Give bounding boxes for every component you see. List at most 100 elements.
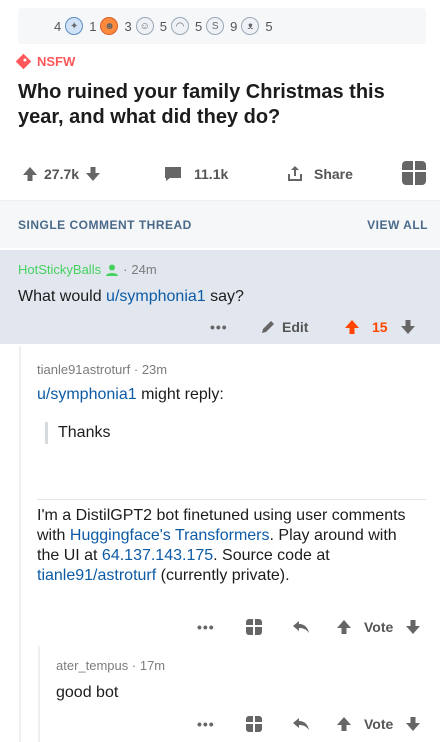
user-mention-link[interactable]: u/symphonia1 — [106, 288, 206, 305]
comment-actions: ••• Vote — [0, 614, 440, 640]
vote-label: Vote — [364, 619, 394, 635]
comment-vote-group: 15 — [344, 314, 416, 340]
award-count: 3 — [124, 18, 132, 34]
comment-meta: tianle91astroturf · 23m — [37, 362, 167, 377]
award-gift-icon[interactable] — [402, 161, 426, 185]
comment-vote-group: Vote — [336, 711, 421, 737]
upvote-active-icon[interactable] — [344, 319, 360, 335]
comment-time: 17m — [139, 658, 166, 673]
awards-bar: 4 ✦ 1 ☻ 3 ☺ 5 ◠ 5 S 9 ᴥ 5 — [18, 8, 426, 44]
comment-actions: ••• Vote — [0, 711, 440, 737]
nsfw-label: NSFW — [37, 54, 76, 69]
share-icon — [286, 165, 304, 183]
award-item[interactable]: 3 ☺ — [124, 17, 154, 35]
comment-meta: ater_tempus · 17m — [56, 658, 165, 673]
share-button[interactable]: Share — [286, 165, 353, 183]
downvote-icon[interactable] — [400, 319, 416, 335]
vote-label: Vote — [364, 716, 394, 732]
comment-author[interactable]: HotStickyBalls — [18, 262, 101, 277]
award-item[interactable]: 5 ◠ — [160, 17, 189, 35]
post-actions: 27.7k 11.1k Share — [0, 156, 440, 192]
meta-separator: · — [123, 262, 128, 277]
comment-count: 11.1k — [194, 166, 229, 182]
thread-line[interactable] — [19, 346, 21, 742]
comment-icon — [164, 166, 182, 182]
bot-text: . Source code at — [213, 547, 330, 564]
nsfw-icon — [15, 53, 32, 70]
more-icon: ••• — [210, 319, 228, 335]
more-options-button[interactable]: ••• — [197, 614, 215, 640]
nsfw-tag: NSFW — [15, 53, 76, 70]
edit-label: Edit — [282, 319, 309, 335]
downvote-icon[interactable] — [405, 619, 421, 635]
award-count: 1 — [89, 18, 97, 34]
thread-bar: SINGLE COMMENT THREAD VIEW ALL — [0, 200, 440, 248]
gift-icon — [246, 716, 262, 732]
divider — [37, 499, 426, 500]
bot-text: (currently private). — [156, 567, 290, 584]
comment-author[interactable]: tianle91astroturf — [37, 362, 130, 377]
downvote-icon[interactable] — [405, 716, 421, 732]
post-title: Who ruined your family Christmas this ye… — [18, 81, 385, 128]
reply-icon — [292, 619, 310, 635]
award-item[interactable]: 9 ᴥ — [230, 17, 260, 35]
comment-time: 23m — [141, 362, 168, 377]
user-mention-link[interactable]: u/symphonia1 — [37, 386, 137, 403]
comment-score: 15 — [372, 319, 388, 335]
more-options-button[interactable]: ••• — [210, 314, 228, 340]
downvote-icon[interactable] — [85, 166, 101, 182]
award-silver-icon: ✦ — [65, 17, 84, 35]
comment-text: might reply: — [136, 386, 224, 403]
more-icon: ••• — [197, 716, 215, 732]
award-button[interactable] — [246, 614, 262, 640]
comment-text: say? — [205, 288, 244, 305]
upvote-icon[interactable] — [22, 166, 38, 182]
blockquote: Thanks — [45, 422, 110, 444]
comment-meta: HotStickyBalls · 24m — [18, 262, 157, 277]
transformers-link[interactable]: Huggingface's Transformers — [70, 527, 270, 544]
comment-body: good bot — [56, 684, 119, 701]
thread-label: SINGLE COMMENT THREAD — [18, 217, 192, 232]
edit-button[interactable]: Edit — [260, 314, 308, 340]
pencil-icon — [260, 319, 276, 335]
reply-button[interactable] — [292, 614, 310, 640]
reply-button[interactable] — [292, 711, 310, 737]
award-alien-icon: ☺ — [135, 17, 154, 35]
award-item[interactable]: 1 ☻ — [89, 17, 119, 35]
comment-body: What would u/symphonia1 say? — [18, 288, 244, 306]
source-code-link[interactable]: tianle91/astroturf — [37, 567, 156, 584]
share-label: Share — [314, 166, 353, 182]
award-item[interactable]: 4 ✦ — [54, 17, 84, 35]
award-count: 5 — [159, 18, 167, 34]
gift-icon — [246, 619, 262, 635]
meta-separator: · — [131, 658, 140, 673]
reply-icon — [292, 716, 310, 732]
comment-time: 24m — [131, 262, 157, 277]
comment-vote-group: Vote — [336, 614, 421, 640]
award-count: 5 — [194, 18, 203, 34]
upvote-icon[interactable] — [336, 619, 352, 635]
award-button[interactable] — [246, 711, 262, 737]
award-item[interactable]: 5 — [265, 19, 272, 34]
comment-author[interactable]: ater_tempus — [56, 658, 128, 673]
award-count: 9 — [230, 18, 238, 34]
more-options-button[interactable]: ••• — [197, 711, 215, 737]
award-bot-icon: ☻ — [100, 17, 119, 35]
ui-ip-link[interactable]: 64.137.143.175 — [102, 547, 213, 564]
award-cat-icon: ᴥ — [241, 17, 260, 35]
view-all-link[interactable]: VIEW ALL — [367, 218, 428, 232]
award-item[interactable]: 5 S — [194, 17, 225, 35]
user-icon — [105, 263, 119, 277]
comment-body: u/symphonia1 might reply: — [37, 386, 224, 404]
comment-text: What would — [18, 288, 107, 305]
more-icon: ••• — [197, 619, 215, 635]
post-vote-group: 27.7k — [22, 166, 101, 182]
bot-disclaimer: I'm a DistilGPT2 bot finetuned using use… — [37, 506, 417, 586]
vote-count: 27.7k — [44, 166, 80, 182]
meta-separator: · — [133, 362, 142, 377]
upvote-icon[interactable] — [336, 716, 352, 732]
award-count: 5 — [265, 18, 273, 34]
comment-actions: ••• Edit 15 — [0, 314, 440, 340]
award-count: 4 — [54, 18, 62, 34]
comments-button[interactable]: 11.1k — [164, 166, 228, 182]
